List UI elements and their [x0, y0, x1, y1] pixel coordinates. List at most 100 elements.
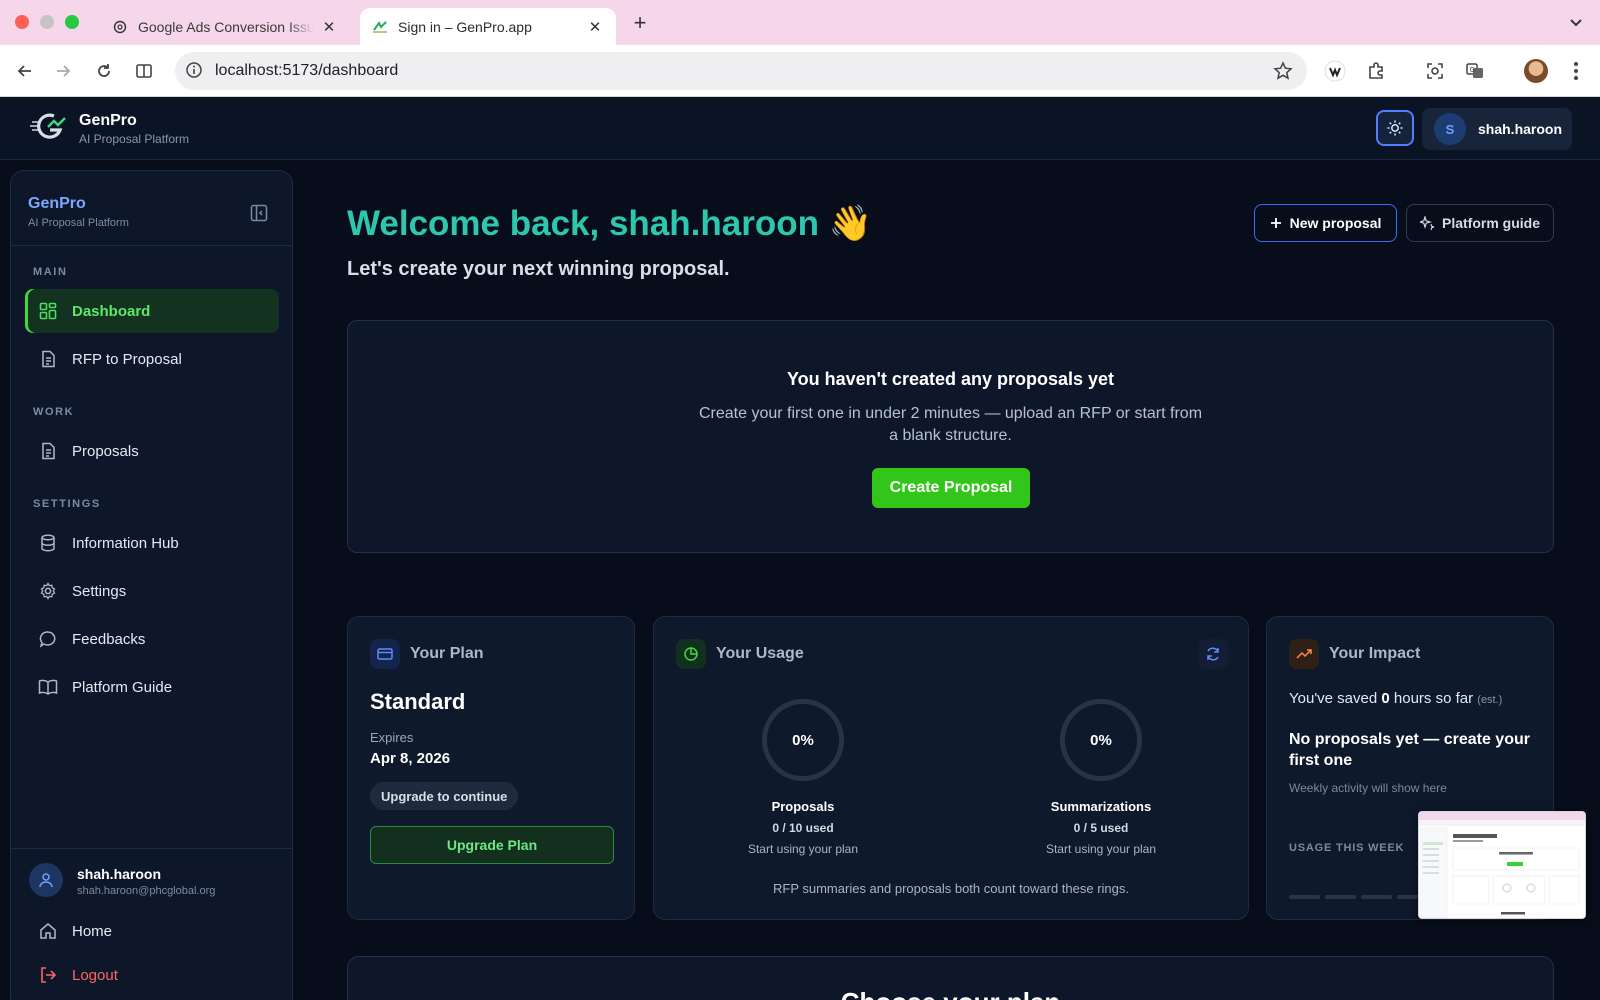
chevron-down-icon: [1570, 19, 1582, 27]
window-close-button[interactable]: [15, 15, 29, 29]
sidebar-item-label: Dashboard: [72, 302, 151, 320]
collapse-sidebar-icon[interactable]: [250, 204, 268, 222]
hours-saved-suffix: hours so far: [1389, 690, 1478, 707]
sidebar-item-platform-guide[interactable]: Platform Guide: [25, 665, 279, 709]
brand-name: GenPro: [79, 112, 137, 129]
usage-this-week-label: USAGE THIS WEEK: [1289, 842, 1405, 854]
genpro-favicon-icon: [372, 19, 388, 35]
window-zoom-button[interactable]: [65, 15, 79, 29]
tab-title: Sign in – GenPro.app: [398, 18, 532, 35]
weekly-usage-bars: [1289, 895, 1428, 899]
chat-bubble-icon: [38, 629, 58, 649]
pie-chart-icon: [676, 639, 706, 669]
create-proposal-button[interactable]: Create Proposal: [872, 468, 1030, 508]
theme-toggle-button[interactable]: [1376, 110, 1414, 146]
sidebar-item-label: RFP to Proposal: [72, 350, 182, 368]
bookmark-star-icon[interactable]: [1273, 61, 1293, 86]
browser-tab-genpro[interactable]: Sign in – GenPro.app ✕: [360, 8, 616, 45]
ring-label: Summarizations: [1050, 799, 1152, 814]
summarizations-usage: 0% Summarizations 0 / 5 used Start using…: [1001, 699, 1201, 856]
browser-tabbar: Google Ads Conversion Issue ✕ Sign in – …: [0, 0, 1600, 45]
expires-label: Expires: [370, 730, 414, 745]
empty-state-card: You haven't created any proposals yet Cr…: [347, 320, 1554, 553]
sidebar-item-information-hub[interactable]: Information Hub: [25, 521, 279, 565]
section-label-main: MAIN: [33, 266, 68, 278]
home-icon: [38, 921, 58, 941]
new-proposal-button[interactable]: New proposal: [1254, 204, 1397, 242]
sidebar-item-label: Platform Guide: [72, 678, 173, 696]
browser-tab-google-ads[interactable]: Google Ads Conversion Issue ✕: [100, 8, 350, 45]
url-text: localhost:5173/dashboard: [215, 62, 399, 79]
close-tab-icon[interactable]: ✕: [320, 18, 338, 36]
translate-icon[interactable]: G: [1463, 59, 1487, 83]
upgrade-plan-button[interactable]: Upgrade Plan: [370, 826, 614, 864]
usage-card: Your Usage 0% Proposals 0 / 10 used Star…: [653, 616, 1249, 920]
sidebar-item-settings[interactable]: Settings: [25, 569, 279, 613]
user-menu-button[interactable]: S shah.haroon: [1422, 108, 1572, 150]
divider: [11, 245, 292, 246]
usage-footnote: RFP summaries and proposals both count t…: [773, 881, 1129, 896]
app-header: GenPro AI Proposal Platform S shah.haroo…: [0, 98, 1600, 160]
extension-icon[interactable]: [1323, 59, 1347, 83]
card-title: Your Usage: [716, 645, 804, 662]
gear-icon: [38, 581, 58, 601]
proposals-ring: 0%: [762, 699, 844, 781]
sparkle-icon: [1419, 216, 1434, 230]
close-tab-icon[interactable]: ✕: [586, 18, 604, 36]
choose-plan-section: Choose your plan: [347, 956, 1554, 1000]
tab-search-button[interactable]: [1563, 14, 1589, 32]
document-icon: [38, 349, 58, 369]
username: shah.haroon: [1478, 121, 1563, 137]
ring-used: 0 / 10 used: [772, 821, 834, 835]
split-view-button[interactable]: [132, 59, 156, 83]
sidebar-item-logout[interactable]: Logout: [25, 953, 279, 997]
site-info-icon[interactable]: [185, 61, 203, 84]
button-label: New proposal: [1289, 215, 1382, 231]
reload-icon: [98, 64, 110, 77]
status-badge: Upgrade to continue: [370, 782, 519, 810]
no-proposals-message: No proposals yet — create your first one: [1289, 731, 1530, 769]
tab-title: Google Ads Conversion Issue: [138, 18, 314, 35]
refresh-button[interactable]: [1198, 639, 1228, 669]
database-icon: [38, 533, 58, 553]
browser-menu-icon[interactable]: [1568, 59, 1584, 83]
sidebar-item-home[interactable]: Home: [25, 909, 279, 953]
credit-card-icon: [370, 639, 400, 669]
screenshot-thumbnail[interactable]: [1418, 811, 1586, 919]
button-label: Platform guide: [1441, 215, 1540, 231]
forward-button[interactable]: [51, 59, 75, 83]
sun-icon: [1387, 120, 1403, 136]
sidebar-item-label: Feedbacks: [72, 630, 146, 648]
sidebar-user-name: shah.haroon: [77, 866, 162, 882]
proposals-usage: 0% Proposals 0 / 10 used Start using you…: [703, 699, 903, 856]
hours-saved-value: 0: [1381, 690, 1390, 707]
screenshot-icon[interactable]: [1423, 59, 1447, 83]
hours-saved: You've saved 0 hours so far (est.): [1289, 690, 1502, 707]
section-label-work: WORK: [33, 406, 75, 418]
sidebar-user-email: shah.haroon@phcglobal.org: [77, 885, 216, 897]
puzzle-icon[interactable]: [1364, 59, 1388, 83]
sidebar-item-rfp-to-proposal[interactable]: RFP to Proposal: [25, 337, 279, 381]
address-bar[interactable]: localhost:5173/dashboard: [175, 52, 1307, 90]
sidebar-item-feedbacks[interactable]: Feedbacks: [25, 617, 279, 661]
new-tab-button[interactable]: +: [628, 10, 652, 36]
card-title: Your Impact: [1329, 645, 1421, 662]
sidebar-item-label: Proposals: [72, 442, 139, 460]
reload-button[interactable]: [92, 59, 116, 83]
sidebar-item-dashboard[interactable]: Dashboard: [25, 289, 279, 333]
ring-used: 0 / 5 used: [1073, 821, 1129, 835]
back-button[interactable]: [13, 59, 37, 83]
avatar: S: [1434, 113, 1466, 145]
grid-icon: [38, 301, 58, 321]
sidebar-item-proposals[interactable]: Proposals: [25, 429, 279, 473]
empty-state-description: Create your first one in under 2 minutes…: [698, 405, 1203, 444]
split-view-icon: [136, 64, 152, 78]
arrow-left-icon: [17, 65, 31, 77]
brand-subtitle: AI Proposal Platform: [79, 132, 190, 146]
profile-avatar[interactable]: [1524, 59, 1548, 83]
sidebar-item-label: Home: [72, 922, 113, 940]
window-minimize-button[interactable]: [40, 15, 54, 29]
sidebar-item-label: Information Hub: [72, 534, 179, 552]
platform-guide-button[interactable]: Platform guide: [1406, 204, 1554, 242]
sidebar-brand: GenPro: [28, 195, 86, 212]
